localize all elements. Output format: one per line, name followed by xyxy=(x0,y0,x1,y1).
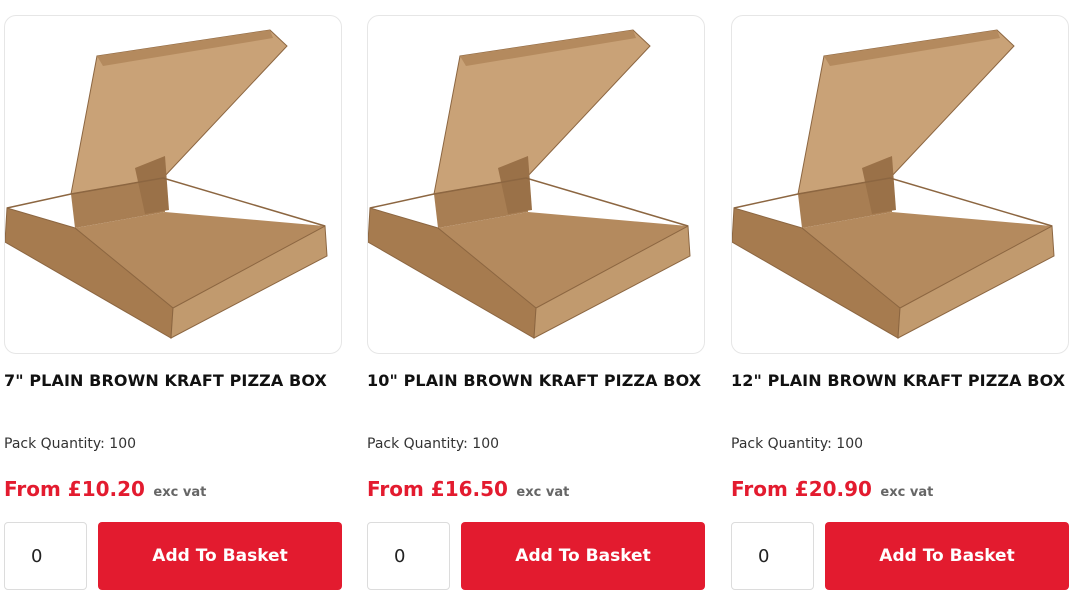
quantity-input[interactable] xyxy=(731,522,814,590)
pack-quantity: Pack Quantity: 100 xyxy=(4,436,137,452)
pizza-box-image xyxy=(368,29,691,339)
pizza-box-image xyxy=(5,29,328,339)
pack-quantity: Pack Quantity: 100 xyxy=(731,436,864,452)
quantity-input[interactable] xyxy=(4,522,87,590)
add-to-basket-button[interactable]: Add To Basket xyxy=(98,522,342,590)
vat-note: exc vat xyxy=(153,485,207,500)
product-price: From £20.90 xyxy=(731,477,872,501)
product-image[interactable] xyxy=(731,15,1069,354)
product-card: 10" PLAIN BROWN KRAFT PIZZA BOX Pack Qua… xyxy=(367,0,707,597)
product-card: 7" PLAIN BROWN KRAFT PIZZA BOX Pack Quan… xyxy=(4,0,344,597)
product-card: 12" PLAIN BROWN KRAFT PIZZA BOX Pack Qua… xyxy=(731,0,1071,597)
pizza-box-image xyxy=(732,29,1055,339)
product-price: From £16.50 xyxy=(367,477,508,501)
add-to-basket-button[interactable]: Add To Basket xyxy=(825,522,1069,590)
product-title[interactable]: 10" PLAIN BROWN KRAFT PIZZA BOX xyxy=(367,371,701,390)
price-row: From £20.90 exc vat xyxy=(731,477,933,501)
product-title[interactable]: 12" PLAIN BROWN KRAFT PIZZA BOX xyxy=(731,371,1065,390)
price-row: From £10.20 exc vat xyxy=(4,477,206,501)
vat-note: exc vat xyxy=(880,485,934,500)
vat-note: exc vat xyxy=(516,485,570,500)
price-row: From £16.50 exc vat xyxy=(367,477,569,501)
product-price: From £10.20 xyxy=(4,477,145,501)
add-to-basket-button[interactable]: Add To Basket xyxy=(461,522,705,590)
pack-quantity: Pack Quantity: 100 xyxy=(367,436,500,452)
product-title[interactable]: 7" PLAIN BROWN KRAFT PIZZA BOX xyxy=(4,371,327,390)
quantity-input[interactable] xyxy=(367,522,450,590)
product-image[interactable] xyxy=(367,15,705,354)
product-image[interactable] xyxy=(4,15,342,354)
product-grid: 7" PLAIN BROWN KRAFT PIZZA BOX Pack Quan… xyxy=(0,0,1075,597)
